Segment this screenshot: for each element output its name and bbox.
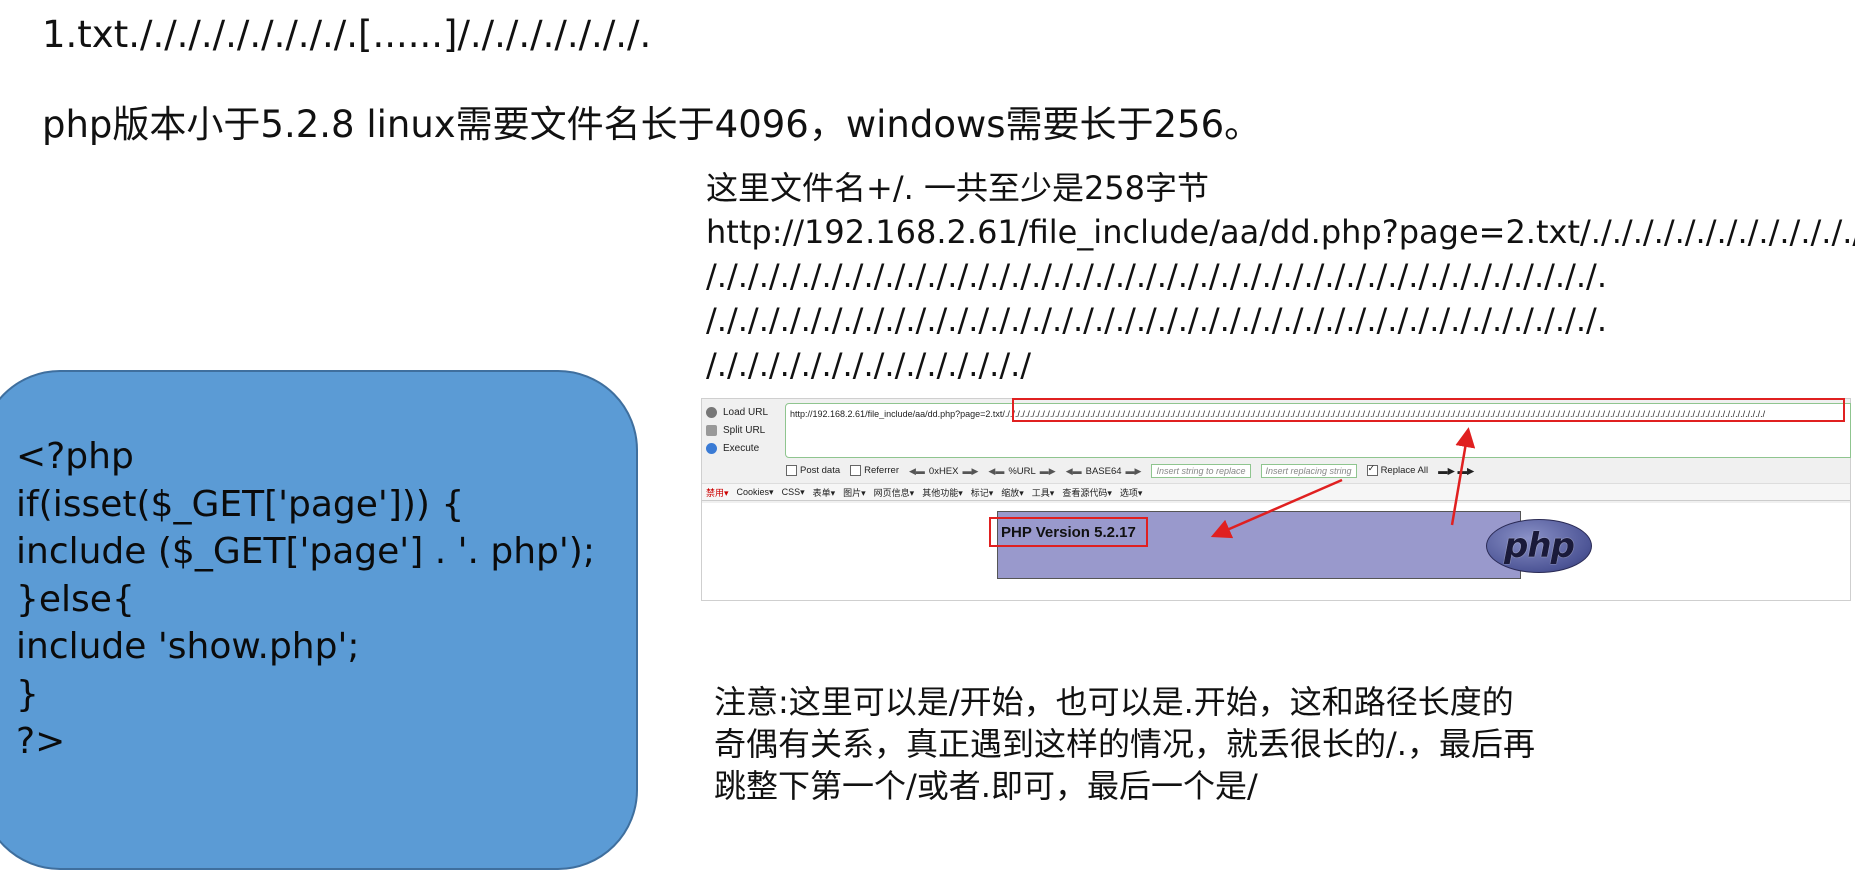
payload-note: 这里文件名+/. 一共至少是258字节 http://192.168.2.61/… <box>706 166 1855 387</box>
code-line: } <box>16 673 39 715</box>
split-url-button[interactable]: Split URL <box>706 421 765 439</box>
code-line: include ($_GET['page'] . '. php'); <box>16 531 595 572</box>
hackbar-options: Post data Referrer ◀▬ 0xHEX ▬▶ ◀▬ %URL ▬▶ ◀▬… <box>786 463 1474 479</box>
code-line: }else{ <box>16 578 135 620</box>
arrows-icon[interactable]: ▬▶ ▬▶ <box>1438 466 1474 477</box>
bottom-note-line: 跳整下第一个/或者.即可，最后一个是/ <box>714 767 1258 806</box>
replace-all-checkbox[interactable]: Replace All <box>1366 463 1428 477</box>
note-line: http://192.168.2.61/file_include/aa/dd.p… <box>706 213 1855 252</box>
code-line: ?> <box>16 721 66 762</box>
toolbar-item[interactable]: 选项▾ <box>1120 486 1143 499</box>
browser-screenshot: Load URL Split URL Execute http://192.16… <box>701 398 1851 601</box>
split-icon <box>706 424 717 436</box>
url-highlight-box <box>1012 398 1845 422</box>
load-icon <box>706 406 717 418</box>
toolbar-item[interactable]: 图片▾ <box>843 486 866 499</box>
note-line: /./././././././././././././././././././.… <box>706 257 1607 296</box>
note-line: /./././././././././././././././ <box>706 345 1032 384</box>
php-version-label: PHP Version 5.2.17 <box>989 517 1148 547</box>
base64-encoder[interactable]: ◀▬ BASE64 ▬▶ <box>1066 466 1142 477</box>
toolbar-item[interactable]: 网页信息▾ <box>874 486 915 499</box>
toolbar-item[interactable]: 其他功能▾ <box>922 486 963 499</box>
post-data-checkbox[interactable]: Post data <box>786 465 840 477</box>
execute-button[interactable]: Execute <box>706 439 759 457</box>
insert-replacing-input[interactable]: Insert replacing string <box>1260 464 1357 478</box>
php-logo-icon: php <box>1486 519 1592 573</box>
toolbar: 禁用▾ Cookies▾ CSS▾ 表单▾ 图片▾ 网页信息▾ 其他功能▾ 标记… <box>702 483 1850 501</box>
toolbar-item[interactable]: 缩放▾ <box>1001 486 1024 499</box>
code-line: if(isset($_GET['page'])) { <box>16 483 465 525</box>
toolbar-item[interactable]: Cookies▾ <box>737 487 774 498</box>
bottom-note-line: 奇偶有关系，真正遇到这样的情况，就丢很长的/.，最后再 <box>714 725 1535 764</box>
heading-line-2: php版本小于5.2.8 linux需要文件名长于4096，windows需要长… <box>42 103 1262 146</box>
hex-encoder[interactable]: ◀▬ 0xHEX ▬▶ <box>909 466 978 477</box>
note-line: /./././././././././././././././././././.… <box>706 301 1607 340</box>
code-line: <?php <box>16 436 134 477</box>
code-line: include 'show.php'; <box>16 626 360 667</box>
execute-icon <box>706 442 717 454</box>
insert-string-input[interactable]: Insert string to replace <box>1151 464 1251 478</box>
toolbar-item[interactable]: 禁用▾ <box>706 486 729 499</box>
referrer-checkbox[interactable]: Referrer <box>850 465 899 477</box>
toolbar-item[interactable]: 标记▾ <box>971 486 994 499</box>
load-url-button[interactable]: Load URL <box>706 403 768 421</box>
execute-label: Execute <box>723 442 760 454</box>
code-snippet: <?php if(isset($_GET['page'])) { include… <box>16 433 595 766</box>
heading-line-1: 1.txt./././././././././.[......]/./././.… <box>42 13 652 56</box>
toolbar-item[interactable]: CSS▾ <box>782 487 805 498</box>
toolbar-item[interactable]: 查看源代码▾ <box>1062 486 1112 499</box>
php-logo-text: php <box>1504 526 1575 566</box>
toolbar-item[interactable]: 表单▾ <box>813 486 836 499</box>
url-encoder[interactable]: ◀▬ %URL ▬▶ <box>988 466 1055 477</box>
bottom-note: 注意:这里可以是/开始，也可以是.开始，这和路径长度的 奇偶有关系，真正遇到这样… <box>714 681 1535 808</box>
toolbar-item[interactable]: 工具▾ <box>1032 486 1055 499</box>
bottom-note-line: 注意:这里可以是/开始，也可以是.开始，这和路径长度的 <box>714 683 1514 721</box>
split-url-label: Split URL <box>723 424 766 436</box>
load-url-label: Load URL <box>723 406 769 418</box>
note-line: 这里文件名+/. 一共至少是258字节 <box>706 169 1210 207</box>
